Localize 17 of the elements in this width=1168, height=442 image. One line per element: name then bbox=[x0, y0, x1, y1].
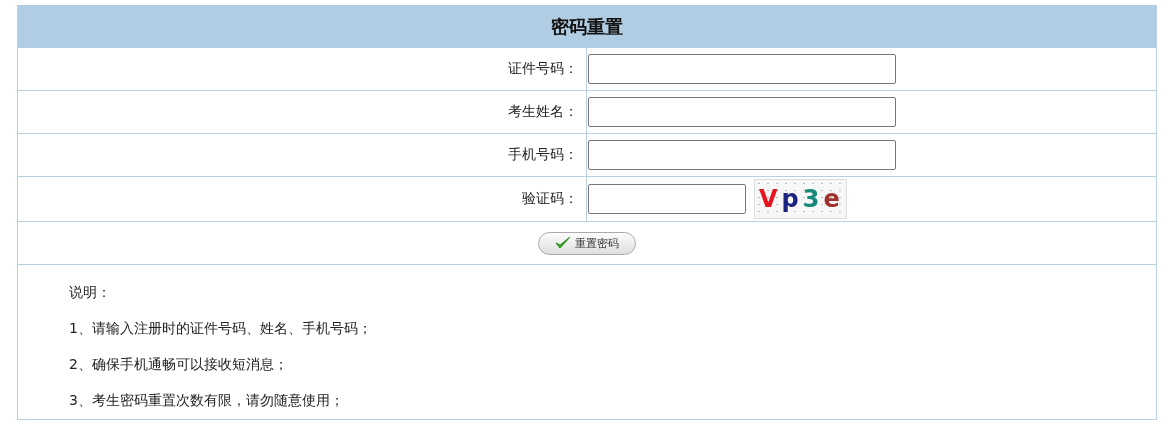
input-field[interactable] bbox=[588, 140, 896, 170]
note-text: 1、请输入注册时的证件号码、姓名、手机号码； bbox=[69, 319, 373, 338]
captcha-image[interactable]: V p 3 e bbox=[754, 179, 847, 219]
form-title: 密码重置 bbox=[551, 14, 623, 39]
reset-password-button[interactable]: 重置密码 bbox=[538, 231, 636, 255]
field-label: 验证码： bbox=[522, 190, 578, 208]
field-label: 手机号码： bbox=[508, 146, 578, 164]
check-icon bbox=[555, 236, 571, 250]
captcha-text: V p 3 e bbox=[759, 185, 844, 213]
input-field[interactable] bbox=[588, 97, 896, 127]
note-text: 说明： bbox=[69, 283, 112, 302]
field-label: 考生姓名： bbox=[508, 103, 578, 121]
note-text: 2、确保手机通畅可以接收短消息； bbox=[69, 355, 289, 374]
input-field[interactable] bbox=[588, 54, 896, 84]
captcha-field[interactable] bbox=[588, 184, 746, 214]
note-text: 3、考生密码重置次数有限，请勿随意使用； bbox=[69, 391, 345, 410]
field-label: 证件号码： bbox=[508, 60, 578, 78]
